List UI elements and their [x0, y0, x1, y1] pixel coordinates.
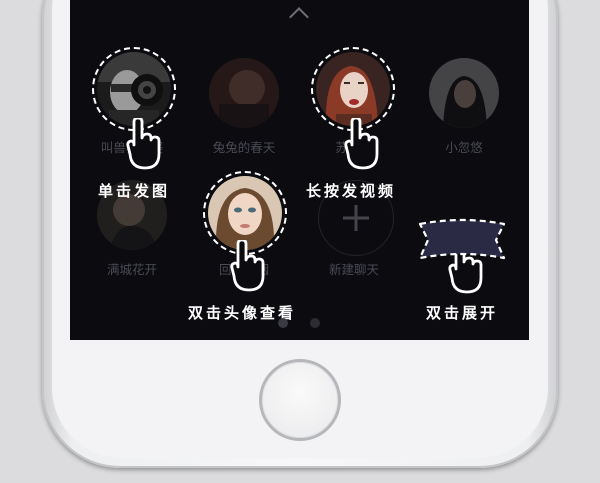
page-dot[interactable] [310, 318, 320, 328]
hint-long-press-video: 长按发视频 [306, 182, 397, 200]
home-button[interactable] [259, 359, 341, 441]
contact-item[interactable]: 兔兔的春天 [204, 58, 284, 156]
avatar[interactable] [209, 58, 279, 128]
avatar[interactable] [429, 58, 499, 128]
new-chat-label: 新建聊天 [328, 262, 379, 277]
chat-contact-screen: 叫兽易小婆 兔兔的春天 苏小然 小忽悠 满城花开 回忆似烟 新建聊天 [70, 0, 529, 340]
chevron-up-icon[interactable] [289, 7, 309, 27]
contact-name: 满城花开 [106, 262, 157, 277]
hint-double-tap-expand: 双击展开 [426, 304, 499, 322]
contact-name: 兔兔的春天 [212, 140, 276, 155]
tap-hand-icon [230, 240, 266, 292]
contact-item[interactable]: 小忽悠 [424, 58, 504, 156]
page-dot-active[interactable] [278, 318, 288, 328]
hint-tap-send-image: 单击发图 [98, 182, 171, 200]
ribbon-banner-icon[interactable] [416, 218, 508, 268]
tap-hand-icon [344, 118, 380, 170]
tap-hand-icon [126, 118, 162, 170]
contact-name: 小忽悠 [445, 140, 483, 155]
